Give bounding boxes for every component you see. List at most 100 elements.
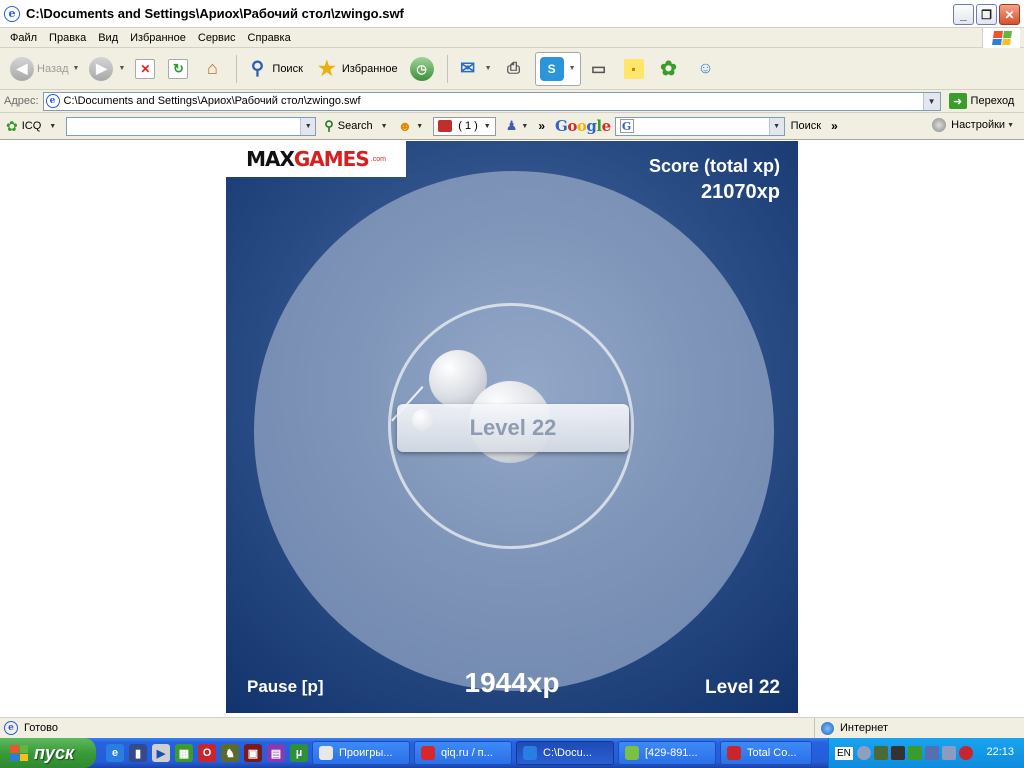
printer-icon: ⎙	[507, 59, 520, 77]
task-button[interactable]: Total Co...	[720, 741, 812, 765]
home-button[interactable]: ⌂	[197, 52, 230, 86]
windows-flag-icon	[10, 745, 28, 761]
print-button[interactable]: ⎙	[498, 52, 533, 86]
messages-icon	[438, 120, 453, 132]
menu-help[interactable]: Справка	[242, 32, 297, 44]
game-quicklaunch-icon[interactable]: ♞	[221, 744, 239, 762]
edit-button[interactable]: ▭	[583, 52, 618, 86]
refresh-button[interactable]: ↻	[164, 52, 195, 86]
address-dropdown-icon[interactable]: ▼	[922, 92, 940, 110]
favorites-button[interactable]: ★ Избранное	[311, 52, 404, 86]
joystick-dropdown-icon[interactable]: ▼	[521, 123, 528, 130]
tray-image-icon[interactable]	[873, 746, 888, 760]
minimize-button[interactable]: _	[953, 4, 974, 25]
icq-search-input[interactable]: ▼	[66, 116, 317, 136]
page-content: MAXGAMES .com Score (total xp) 21070xp L…	[0, 140, 1024, 717]
language-indicator[interactable]: EN	[835, 746, 853, 760]
joystick-icon[interactable]: ♟	[506, 118, 518, 134]
mail-dropdown-icon[interactable]: ▼	[485, 65, 492, 72]
stop-button[interactable]: ✕	[131, 52, 162, 86]
icq-dropdown-icon[interactable]: ▼	[49, 123, 56, 130]
ie-quicklaunch-icon[interactable]: e	[106, 744, 124, 762]
archive-quicklaunch-icon[interactable]: ▤	[267, 744, 285, 762]
equalizer-quicklaunch-icon[interactable]: ▮	[129, 744, 147, 762]
task-button[interactable]: Проигры...	[312, 741, 410, 765]
media-player-quicklaunch-icon[interactable]: ▶	[152, 744, 170, 762]
task-button[interactable]: qiq.ru / п...	[414, 741, 512, 765]
google-logo: Google	[555, 117, 611, 135]
notes-button[interactable]: ▪	[620, 52, 651, 86]
start-button[interactable]: пуск	[0, 738, 96, 768]
mail-icon: ✉	[460, 58, 476, 78]
toolbar-overflow-icon[interactable]: »	[538, 119, 545, 133]
skype-icon: S	[539, 56, 564, 81]
star-icon: ★	[317, 58, 336, 80]
search-button[interactable]: ⚲ Поиск	[241, 52, 308, 86]
message-counter[interactable]: ( 1 ) ▼	[433, 116, 496, 136]
security-zone[interactable]: Интернет	[814, 718, 888, 738]
icq-search-label: Search	[337, 120, 373, 132]
smiley-icon[interactable]: ☻	[398, 118, 413, 134]
tray-opera-icon[interactable]	[958, 746, 973, 760]
back-button[interactable]: ◀ Назад ▼	[6, 52, 83, 86]
level-banner-text: Level 22	[469, 415, 557, 440]
forward-button[interactable]: ▶ ▼	[85, 52, 129, 86]
history-icon: ◷	[409, 56, 434, 81]
task-label: Проигры...	[339, 747, 393, 759]
smiley-dropdown-icon[interactable]: ▼	[416, 123, 423, 130]
icq-search-dropdown-icon[interactable]: ▼	[300, 117, 316, 135]
window-titlebar[interactable]: e C:\Documents and Settings\Ариох\Рабочи…	[0, 0, 1024, 28]
image-viewer-quicklaunch-icon[interactable]: ▦	[175, 744, 193, 762]
mail-button[interactable]: ✉ ▼	[452, 52, 496, 86]
ie-icon: e	[4, 5, 20, 22]
go-label: Переход	[970, 95, 1015, 107]
tray-icq-icon[interactable]	[907, 746, 922, 760]
tray-network-icon[interactable]	[924, 746, 939, 760]
task-button-active[interactable]: C:\Docu...	[516, 741, 614, 765]
torrent-quicklaunch-icon[interactable]: µ	[290, 744, 308, 762]
icq-flower-icon: ✿	[6, 117, 18, 134]
icq-menu-button[interactable]: ✿ ICQ ▼	[6, 118, 56, 135]
search-dropdown-icon[interactable]: ▼	[381, 123, 388, 130]
settings-label: Настройки	[951, 119, 1006, 131]
settings-dropdown-icon[interactable]: ▼	[1007, 122, 1014, 129]
player-ball[interactable]	[412, 409, 434, 431]
close-button[interactable]: ✕	[999, 4, 1020, 25]
favorites-label: Избранное	[341, 62, 398, 75]
counter-dropdown-icon[interactable]: ▼	[484, 123, 491, 130]
logo-text-b: GAMES	[293, 147, 370, 171]
clock[interactable]: 22:13	[986, 746, 1014, 758]
settings-button[interactable]: Настройки ▼	[932, 118, 1014, 132]
google-search-button[interactable]: Поиск	[791, 120, 821, 132]
skype-button[interactable]: S ▼	[534, 51, 581, 86]
menu-edit[interactable]: Правка	[43, 32, 92, 44]
floppy-quicklaunch-icon[interactable]: ▣	[244, 744, 262, 762]
tray-expand-icon[interactable]	[856, 746, 871, 760]
address-input[interactable]: e C:\Documents and Settings\Ариох\Рабочи…	[42, 91, 941, 111]
forward-dropdown-icon[interactable]: ▼	[118, 65, 125, 72]
google-search-input[interactable]: G ▼	[614, 116, 785, 136]
go-button[interactable]: ➜ Переход	[948, 93, 1015, 109]
skype-dropdown-icon[interactable]: ▼	[569, 65, 576, 72]
refresh-icon: ↻	[168, 58, 189, 79]
icq-search-button[interactable]: ⚲ Search ▼	[324, 118, 387, 134]
messenger-button[interactable]: ☺	[690, 52, 725, 86]
tray-network-icon-2[interactable]	[941, 746, 956, 760]
tray-shield-icon[interactable]	[890, 746, 905, 760]
globe-icon	[821, 721, 834, 735]
back-dropdown-icon[interactable]: ▼	[73, 65, 80, 72]
maxgames-logo[interactable]: MAXGAMES .com	[226, 141, 406, 177]
menu-view[interactable]: Вид	[92, 32, 124, 44]
menu-favorites[interactable]: Избранное	[124, 32, 192, 44]
flash-game[interactable]: MAXGAMES .com Score (total xp) 21070xp L…	[226, 141, 798, 713]
icq-toolbar-button[interactable]: ✿	[653, 52, 688, 86]
task-button[interactable]: [429-891...	[618, 741, 716, 765]
history-button[interactable]: ◷	[406, 52, 441, 86]
maximize-button[interactable]: ❐	[976, 4, 997, 25]
google-search-dropdown-icon[interactable]: ▼	[768, 117, 784, 135]
menu-tools[interactable]: Сервис	[192, 32, 242, 44]
toolbar-overflow-icon[interactable]: »	[831, 119, 838, 133]
menu-file[interactable]: Файл	[4, 32, 43, 44]
opera-quicklaunch-icon[interactable]: O	[198, 744, 216, 762]
messenger-icon: ☺	[697, 59, 714, 77]
